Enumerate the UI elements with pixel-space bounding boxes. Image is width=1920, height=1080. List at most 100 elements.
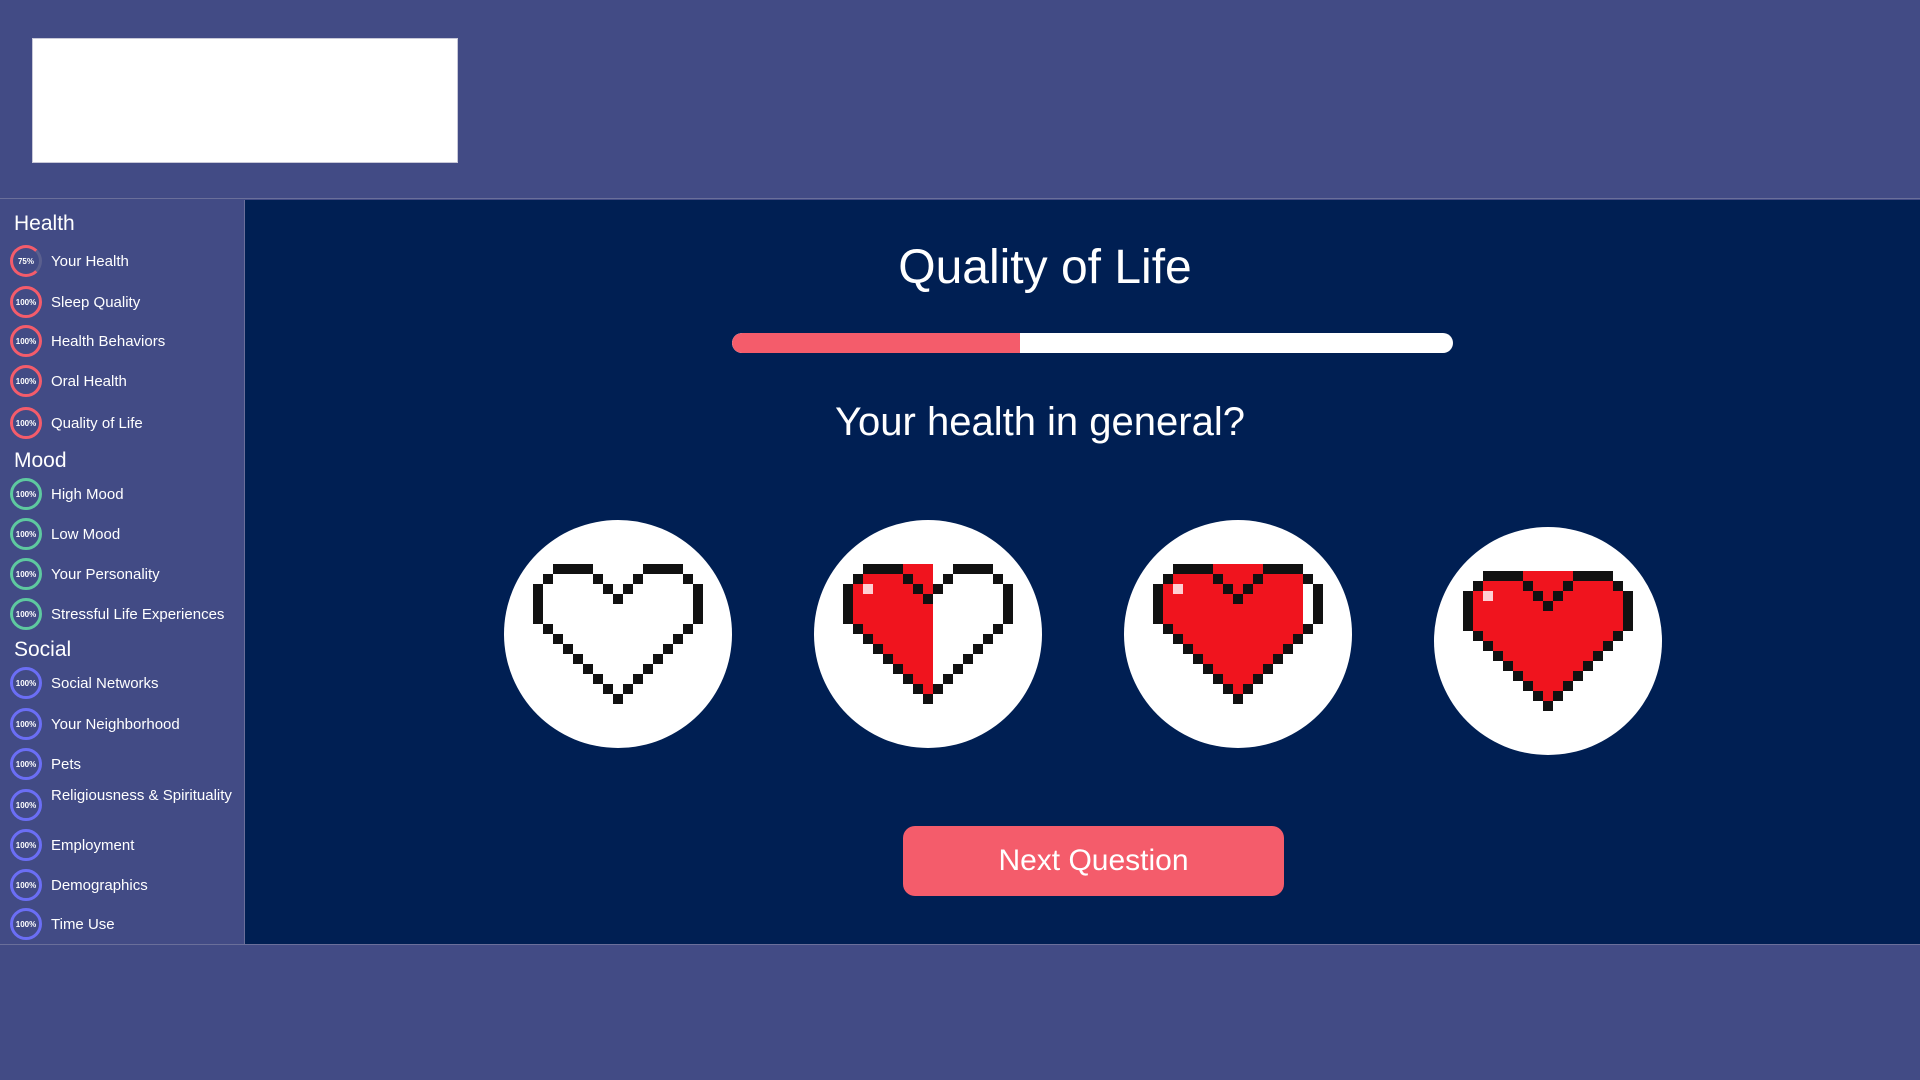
- heart-fill-pixel: [1603, 581, 1614, 592]
- heart-fill-pixel: [973, 604, 984, 615]
- heart-fill-pixel: [1233, 654, 1244, 665]
- heart-fill-pixel: [613, 654, 624, 665]
- heart-fill-pixel: [1163, 594, 1174, 605]
- question-progress-bar: [732, 333, 1453, 353]
- heart-fill-pixel: [1233, 644, 1244, 655]
- heart-fill-pixel: [1503, 641, 1514, 652]
- heart-fill-pixel: [983, 574, 994, 585]
- heart-outline-pixel: [533, 604, 544, 615]
- sidebar-item-social-networks[interactable]: 100% Social Networks: [10, 666, 242, 700]
- heart-fill-pixel: [993, 594, 1004, 605]
- heart-fill-pixel: [923, 654, 934, 665]
- sidebar-item-religiousness-spirituality[interactable]: 100% Religiousness & Spirituality: [10, 787, 242, 821]
- heart-fill-pixel: [603, 674, 614, 685]
- heart-fill-pixel: [933, 564, 944, 575]
- progress-ring: 100%: [10, 407, 42, 439]
- sidebar-item-your-health[interactable]: 75% Your Health: [10, 244, 242, 278]
- heart-outline-pixel: [893, 664, 904, 675]
- answer-option-excellent[interactable]: [1434, 527, 1662, 755]
- heart-fill-pixel: [1533, 601, 1544, 612]
- heart-fill-pixel: [933, 624, 944, 635]
- heart-fill-pixel: [1523, 601, 1534, 612]
- progress-ring: 100%: [10, 365, 42, 397]
- heart-fill-pixel: [1273, 604, 1284, 615]
- heart-fill-pixel: [1553, 621, 1564, 632]
- heart-outline-pixel: [923, 594, 934, 605]
- heart-fill-pixel: [1163, 614, 1174, 625]
- heart-fill-pixel: [1513, 611, 1524, 622]
- heart-fill-pixel: [1223, 634, 1234, 645]
- heart-fill-pixel: [1293, 574, 1304, 585]
- heart-fill-pixel: [1583, 581, 1594, 592]
- answer-option-poor[interactable]: [504, 520, 732, 748]
- sidebar-item-time-use[interactable]: 100% Time Use: [10, 907, 242, 941]
- heart-outline-pixel: [1223, 584, 1234, 595]
- sidebar-item-employment[interactable]: 100% Employment: [10, 828, 242, 862]
- heart-fill-pixel: [1543, 571, 1554, 582]
- heart-fill-pixel: [1603, 631, 1614, 642]
- heart-outline-pixel: [1233, 694, 1244, 705]
- heart-outline-pixel: [1213, 674, 1224, 685]
- sidebar-item-quality-of-life[interactable]: 100% Quality of Life: [10, 406, 242, 440]
- sidebar-item-low-mood[interactable]: 100% Low Mood: [10, 517, 242, 551]
- heart-fill-pixel: [1583, 631, 1594, 642]
- heart-outline-pixel: [1553, 591, 1564, 602]
- sidebar-item-your-personality[interactable]: 100% Your Personality: [10, 557, 242, 591]
- heart-fill-pixel: [903, 634, 914, 645]
- progress-ring: 75%: [10, 245, 42, 277]
- heart-fill-pixel: [1173, 624, 1184, 635]
- heart-fill-pixel: [1613, 591, 1624, 602]
- heart-outline-pixel: [1553, 691, 1564, 702]
- heart-fill-pixel: [1583, 611, 1594, 622]
- heart-outline-pixel: [1213, 574, 1224, 585]
- sidebar-item-oral-health[interactable]: 100% Oral Health: [10, 364, 242, 398]
- sidebar-item-your-neighborhood[interactable]: 100% Your Neighborhood: [10, 707, 242, 741]
- heart-fill-pixel: [1293, 614, 1304, 625]
- sidebar-item-demographics[interactable]: 100% Demographics: [10, 868, 242, 902]
- heart-fill-pixel: [1243, 634, 1254, 645]
- heart-fill-pixel: [1253, 664, 1264, 675]
- sidebar-item-pets[interactable]: 100% Pets: [10, 747, 242, 781]
- sidebar-item-label: Low Mood: [51, 525, 121, 543]
- heart-fill-pixel: [623, 624, 634, 635]
- heart-outline-pixel: [1463, 601, 1474, 612]
- answer-option-good[interactable]: [1124, 520, 1352, 748]
- heart-fill-pixel: [583, 634, 594, 645]
- heart-fill-pixel: [1493, 611, 1504, 622]
- sidebar-item-label: Health Behaviors: [51, 332, 166, 350]
- heart-fill-pixel: [1183, 574, 1194, 585]
- answer-option-fair[interactable]: [814, 520, 1042, 748]
- heart-outline-pixel: [843, 604, 854, 615]
- heart-highlight-pixel: [1483, 591, 1493, 601]
- heart-fill-pixel: [653, 634, 664, 645]
- heart-outline-pixel: [1153, 604, 1164, 615]
- heart-fill-pixel: [1483, 611, 1494, 622]
- heart-outline-pixel: [533, 594, 544, 605]
- heart-fill-pixel: [913, 614, 924, 625]
- heart-fill-pixel: [1493, 601, 1504, 612]
- sidebar-item-label: Your Personality: [51, 565, 160, 583]
- heart-outline-pixel: [933, 584, 944, 595]
- sidebar-item-label: Your Health: [51, 252, 129, 270]
- sidebar-item-health-behaviors[interactable]: 100% Health Behaviors: [10, 324, 242, 358]
- heart-fill-pixel: [603, 594, 614, 605]
- heart-fill-pixel: [873, 594, 884, 605]
- heart-outline-pixel: [563, 644, 574, 655]
- heart-outline-pixel: [633, 574, 644, 585]
- sidebar-item-sleep-quality[interactable]: 100% Sleep Quality: [10, 285, 242, 319]
- heart-fill-pixel: [563, 584, 574, 595]
- heart-fill-pixel: [1253, 654, 1264, 665]
- heart-fill-pixel: [893, 584, 904, 595]
- heart-fill-pixel: [1233, 664, 1244, 675]
- heart-fill-pixel: [973, 574, 984, 585]
- heart-fill-pixel: [1533, 611, 1544, 622]
- heart-fill-pixel: [583, 624, 594, 635]
- next-question-button[interactable]: Next Question: [903, 826, 1284, 896]
- sidebar-item-stressful-life-experiences[interactable]: 100% Stressful Life Experiences: [10, 597, 242, 631]
- heart-outline-pixel: [1243, 584, 1254, 595]
- heart-outline-pixel: [1493, 651, 1504, 662]
- heart-fill-pixel: [983, 614, 994, 625]
- heart-fill-pixel: [1473, 621, 1484, 632]
- sidebar-item-high-mood[interactable]: 100% High Mood: [10, 477, 242, 511]
- sidebar: Health 75% Your Health 100% Sleep Qualit…: [0, 200, 245, 945]
